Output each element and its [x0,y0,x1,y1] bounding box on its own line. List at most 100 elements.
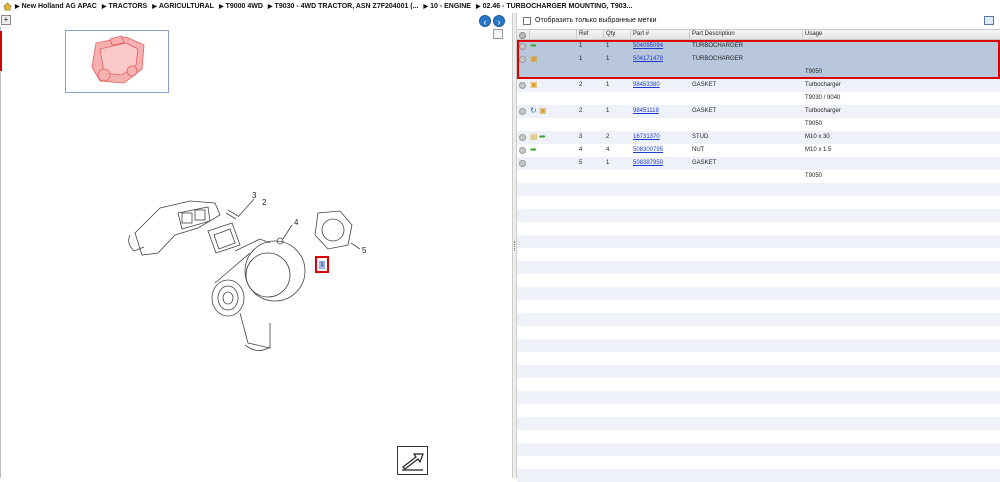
cell-part-description: GASKET [692,82,717,88]
cell-qty: 1 [606,43,610,49]
cell-usage: T9050 [805,173,823,179]
cell-part-description: NUT [692,147,705,153]
breadcrumb-item-brand[interactable]: New Holland AG APAC [15,3,97,10]
parts-table-body: ➦ 1 1 504095094 TURBOCHARGER ▣ 1 1 504171478 TURB… [517,40,1000,482]
package-icon[interactable]: ▣ [530,81,538,89]
table-row[interactable]: T9050 [517,66,1000,79]
breadcrumb-item-section[interactable]: 02.46 - TURBOCHARGER MOUNTING, T903... [476,3,633,10]
refresh-icon[interactable]: ↻ [530,107,538,115]
empty-row [517,274,1000,287]
cell-part-number[interactable]: 16731370 [633,134,660,140]
filter-bar: Отобразить только выбранные метки [517,13,1000,28]
callout-2[interactable]: 2 [262,198,267,207]
empty-row [517,235,1000,248]
empty-row [517,222,1000,235]
callout-1[interactable]: 1 [319,261,325,269]
show-selected-only-checkbox[interactable] [523,16,531,25]
arrow-zoom-icon [402,453,424,471]
collapse-button[interactable]: + [1,15,11,25]
cell-part-number[interactable]: 98451118 [633,108,659,114]
empty-row [517,404,1000,417]
cell-ref: 1 [579,43,583,49]
cell-qty: 4 [606,147,610,153]
zoom-button[interactable] [397,446,428,475]
diagram-toolbar: + ‹ › [0,13,512,39]
column-part-number[interactable]: Part # [633,31,649,37]
table-row[interactable]: ▤ ➦ 3 2 16731370 STUD M10 x 30 [517,131,1000,144]
breadcrumb-item-series[interactable]: T9000 4WD [219,3,263,10]
cell-part-number[interactable]: 508387950 [633,160,663,166]
engine-thumbnail[interactable] [65,30,169,93]
column-qty[interactable]: Qty [606,31,615,37]
row-select-icon[interactable] [519,134,526,141]
cell-usage: T9050 [805,121,823,127]
cell-ref: 5 [579,160,583,166]
empty-row [517,365,1000,378]
cell-part-description: GASKET [692,108,717,114]
empty-row [517,417,1000,430]
cell-usage: M10 x 30 [805,134,830,140]
table-row[interactable]: ➦ 4 4 508300795 NUT M10 x 1.5 [517,144,1000,157]
cell-usage: Turbocharger [805,108,841,114]
table-row[interactable]: T9050 [517,170,1000,183]
row-select-icon[interactable] [519,82,526,89]
cell-part-number[interactable]: 504171478 [633,56,663,62]
table-row[interactable]: T9050 [517,118,1000,131]
callout-3[interactable]: 3 [252,191,257,200]
package-icon[interactable]: ▣ [530,55,538,63]
breadcrumb-item-agricultural[interactable]: AGRICULTURAL [152,3,214,10]
empty-row [517,300,1000,313]
callout-5[interactable]: 5 [362,246,367,255]
row-select-icon[interactable] [519,56,526,63]
export-icon[interactable] [984,16,994,25]
engine-thumbnail-image [91,35,145,84]
cell-ref: 2 [579,108,583,114]
empty-row [517,456,1000,469]
empty-row [517,443,1000,456]
table-row[interactable]: ▣ 1 1 504171478 TURBOCHARGER [517,53,1000,66]
cell-qty: 1 [606,56,610,62]
diagram-pane: + ‹ › 3 2 4 5 1 [0,13,512,478]
table-row[interactable]: ➦ 1 1 504095094 TURBOCHARGER [517,40,1000,53]
next-icon[interactable]: › [493,15,505,27]
table-row[interactable]: T9030 / 9040 [517,92,1000,105]
pane-border [0,27,1,478]
row-select-icon[interactable] [519,108,526,115]
breadcrumb-item-tractors[interactable]: TRACTORS [102,3,147,10]
home-icon[interactable] [3,2,12,11]
table-row[interactable]: ▣ 2 1 98453380 GASKET Turbocharger [517,79,1000,92]
cell-part-number[interactable]: 508300795 [633,147,663,153]
empty-row [517,391,1000,404]
row-select-icon[interactable] [519,43,526,50]
manifold-part [134,200,221,256]
show-selected-only-label[interactable]: Отобразить только выбранные метки [535,17,656,24]
column-part-description[interactable]: Part Description [692,31,735,37]
select-all-icon[interactable] [519,32,526,39]
cell-qty: 1 [606,82,610,88]
previous-icon[interactable]: ‹ [479,15,491,27]
breadcrumb-item-engine[interactable]: 10 - ENGINE [423,3,471,10]
splitter-grip-icon[interactable] [514,241,516,251]
note-icon[interactable]: ▤ [530,133,538,141]
cell-part-number[interactable]: 504095094 [633,43,663,49]
gasket-part [207,222,241,254]
column-usage[interactable]: Usage [805,31,822,37]
cell-ref: 4 [579,147,583,153]
package-icon[interactable]: ▣ [539,107,547,115]
row-select-icon[interactable] [519,147,526,154]
column-ref[interactable]: Ref [579,31,588,37]
cell-part-number[interactable]: 98453380 [633,82,660,88]
row-select-icon[interactable] [519,160,526,167]
turbocharger-exploded-diagram: 3 2 4 5 [128,191,367,351]
callout-4[interactable]: 4 [294,218,299,227]
green-arrow-icon[interactable]: ➦ [539,133,547,141]
empty-row [517,261,1000,274]
callout-1-hotspot[interactable]: 1 [315,256,329,273]
table-row[interactable]: 5 1 508387950 GASKET [517,157,1000,170]
maximize-icon[interactable] [493,29,503,39]
table-row[interactable]: ↻ ▣ 2 1 98451118 GASKET Turbocharger [517,105,1000,118]
empty-row [517,339,1000,352]
green-arrow-icon[interactable]: ➦ [530,146,538,154]
breadcrumb-item-model[interactable]: T9030 - 4WD TRACTOR, ASN Z7F204001 (... [268,3,419,10]
green-arrow-icon[interactable]: ➦ [530,42,538,50]
